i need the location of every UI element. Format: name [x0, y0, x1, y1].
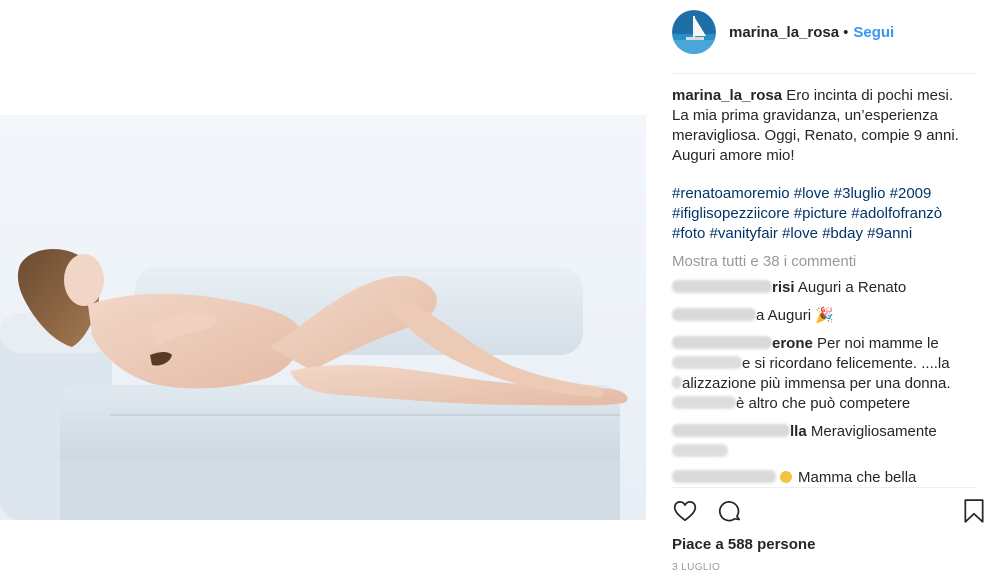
- view-all-comments-link[interactable]: Mostra tutti e 38 i commenti: [672, 252, 990, 272]
- post-photo[interactable]: [0, 115, 646, 520]
- caption-username[interactable]: marina_la_rosa: [672, 87, 782, 104]
- comment-username[interactable]: erone: [772, 335, 813, 352]
- hashtag-line-3[interactable]: #foto #vanityfair #love #bday #9anni: [672, 225, 912, 242]
- bookmark-icon[interactable]: [962, 498, 986, 529]
- comment-item: erone Per noi mamme le e si ricordano fe…: [672, 334, 990, 414]
- comment-text-line: alizzazione più immensa per una donna.: [682, 375, 951, 392]
- hashtag-line-1[interactable]: #renatoamoremio #love #3luglio #2009: [672, 185, 931, 202]
- blurred-username: [672, 336, 772, 349]
- post-media-area: [0, 0, 648, 580]
- comment-text: Per noi mamme le: [812, 335, 939, 352]
- comment-item: Mamma che bella: [672, 468, 990, 488]
- blurred-username: [672, 470, 776, 483]
- comment-username[interactable]: lla: [790, 423, 807, 440]
- blurred-username: [672, 308, 756, 321]
- action-bar: [672, 498, 990, 528]
- blurred-text: [672, 376, 682, 389]
- blurred-username: [672, 280, 772, 293]
- blurred-username: [672, 424, 790, 437]
- comment-item: lla Meravigliosamente: [672, 422, 990, 462]
- caption-hashtags: #renatoamoremio #love #3luglio #2009 #if…: [672, 184, 990, 244]
- comment-text: a Auguri 🎉: [756, 307, 834, 324]
- header-separator: •: [843, 23, 849, 41]
- post-side-panel: marina_la_rosa • Segui marina_la_rosa Er…: [648, 0, 1000, 580]
- caption: marina_la_rosa Ero incinta di pochi mesi…: [672, 86, 990, 166]
- comments-section: marina_la_rosa Ero incinta di pochi mesi…: [672, 86, 990, 488]
- comment-text: Meravigliosamente: [806, 423, 937, 440]
- header-divider: [672, 73, 976, 74]
- comment-item: a Auguri 🎉: [672, 306, 990, 326]
- heart-outline-icon[interactable]: [672, 498, 698, 529]
- hashtag-line-2[interactable]: #ifiglisopezziicore #picture #adolfofran…: [672, 205, 942, 222]
- emoji-icon: [780, 471, 792, 483]
- likes-count[interactable]: Piace a 588 persone: [672, 536, 815, 553]
- follow-button[interactable]: Segui: [853, 24, 894, 41]
- actions-divider: [672, 487, 976, 488]
- post-date[interactable]: 3 LUGLIO: [672, 562, 720, 573]
- speech-bubble-icon[interactable]: [717, 498, 743, 529]
- blurred-text: [672, 396, 736, 409]
- header-username[interactable]: marina_la_rosa: [729, 24, 839, 41]
- comment-username[interactable]: risi: [772, 279, 795, 296]
- blurred-text: [672, 356, 742, 369]
- avatar[interactable]: [672, 10, 716, 54]
- post-header: marina_la_rosa • Segui: [672, 10, 894, 54]
- comment-text: Mamma che bella: [798, 469, 917, 486]
- comment-text: Auguri a Renato: [794, 279, 907, 296]
- comment-item: risi Auguri a Renato: [672, 278, 990, 298]
- comment-text-line: è altro che può competere: [736, 395, 911, 412]
- blurred-text: [672, 444, 728, 457]
- comment-text-line: e si ricordano felicemente. ....la: [742, 355, 950, 372]
